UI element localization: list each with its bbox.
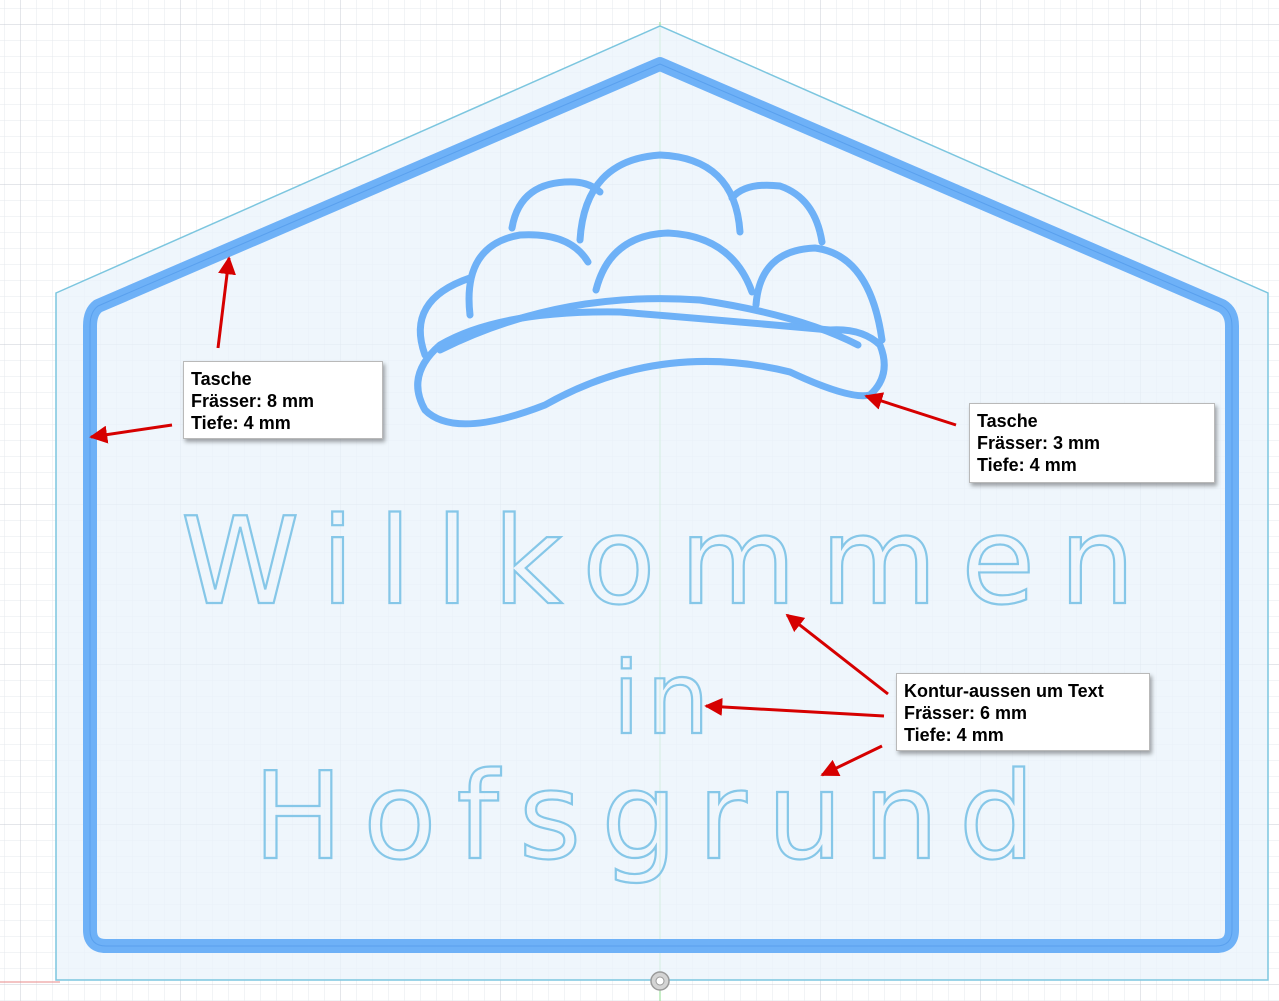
callout-hat-pocket: Tasche Frässer: 3 mm Tiefe: 4 mm [969, 403, 1215, 483]
callout-title: Tasche [191, 369, 252, 389]
callout-title: Kontur-aussen um Text [904, 681, 1104, 701]
callout-tool: Frässer: 6 mm [904, 703, 1028, 723]
callout-title: Tasche [977, 411, 1038, 431]
origin-marker-icon[interactable] [650, 971, 670, 991]
callout-border-pocket: Tasche Frässer: 8 mm Tiefe: 4 mm [183, 361, 383, 439]
design-canvas[interactable]: Willkommen in Hofsgrund [0, 0, 1279, 1001]
callout-tool: Frässer: 8 mm [191, 391, 315, 411]
sign-text-line-2: in [612, 640, 715, 757]
sign-text-line-1: Willkommen [181, 493, 1159, 632]
callout-depth: Tiefe: 4 mm [977, 455, 1077, 475]
callout-text-contour: Kontur-aussen um Text Frässer: 6 mm Tief… [896, 673, 1150, 751]
callout-depth: Tiefe: 4 mm [904, 725, 1004, 745]
callout-tool: Frässer: 3 mm [977, 433, 1101, 453]
sign-text-line-3: Hofsgrund [253, 748, 1055, 887]
callout-depth: Tiefe: 4 mm [191, 413, 291, 433]
